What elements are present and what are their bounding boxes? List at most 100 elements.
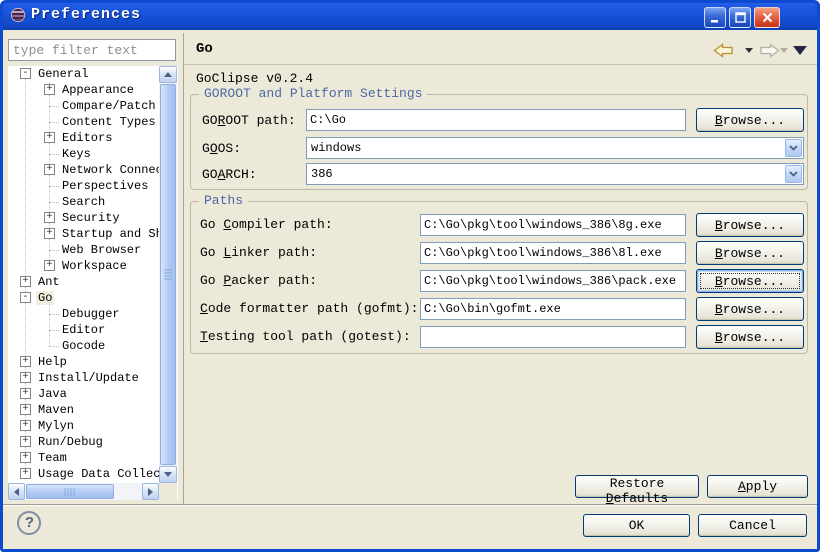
expand-icon[interactable]: + [44,164,55,175]
goarch-value: 386 [311,166,333,182]
minimize-button[interactable] [704,7,726,28]
dropdown-button[interactable] [785,165,802,183]
expand-icon[interactable]: + [20,356,31,367]
scroll-up-button[interactable] [159,66,177,83]
tree-item-content-types[interactable]: Content Types [8,114,159,130]
maximize-button[interactable] [729,7,751,28]
tree-connector [49,106,59,107]
browse-linker-button[interactable]: Browse... [696,241,804,265]
tree-item-web-browser[interactable]: Web Browser [8,242,159,258]
tree-item-go[interactable]: -Go [8,290,159,306]
titlebar[interactable]: Preferences [0,0,820,30]
browse-formatter-button[interactable]: Browse... [696,297,804,321]
goos-select[interactable]: windows [306,137,804,159]
browse-packer-button[interactable]: Browse... [696,269,804,293]
expand-icon[interactable]: + [20,420,31,431]
tree-item-general[interactable]: -General [8,66,159,82]
tree-horizontal-scrollbar[interactable] [8,483,159,500]
tree-item-debugger[interactable]: Debugger [8,306,159,322]
go-compiler-path-input[interactable] [420,214,686,236]
tree-item-install-update[interactable]: +Install/Update [8,370,159,386]
tree-item-search[interactable]: Search [8,194,159,210]
expand-icon[interactable]: + [20,388,31,399]
tree-item-startup-and-shu[interactable]: + Startup and Shu [8,226,159,242]
tree-item-appearance[interactable]: +Appearance [8,82,159,98]
tree-item-security[interactable]: +Security [8,210,159,226]
go-packer-path-input[interactable] [420,270,686,292]
restore-defaults-button[interactable]: Restore Defaults [575,475,699,498]
scroll-down-button[interactable] [159,466,177,483]
tree-connector [49,154,59,155]
header-divider [184,64,817,65]
tree-item-perspectives[interactable]: Perspectives [8,178,159,194]
expand-icon[interactable]: + [20,276,31,287]
tree-item-label: Content Types [60,115,158,129]
close-button[interactable] [754,7,780,28]
tree-item-gocode[interactable]: Gocode [8,338,159,354]
browse-testing-button[interactable]: Browse... [696,325,804,349]
expand-icon[interactable]: + [20,468,31,479]
tree-connector [49,314,59,315]
tree-item-network-connect[interactable]: +Network Connect [8,162,159,178]
browse-goroot-button[interactable]: Browse... [696,108,804,132]
tree-item-workspace[interactable]: +Workspace [8,258,159,274]
code-formatter-path-input[interactable] [420,298,686,320]
expand-icon[interactable]: + [44,212,55,223]
scroll-grip [164,269,172,280]
goroot-path-input[interactable] [306,109,686,131]
expand-icon[interactable]: + [20,452,31,463]
help-button[interactable]: ? [17,511,41,535]
expand-icon[interactable]: + [44,228,55,239]
tree-item-keys[interactable]: Keys [8,146,159,162]
tree-item-java[interactable]: +Java [8,386,159,402]
tree-item-team[interactable]: +Team [8,450,159,466]
tree-item-usage-data-collect[interactable]: +Usage Data Collect [8,466,159,482]
tree-vertical-scrollbar[interactable] [159,66,177,483]
view-menu-icon[interactable] [793,46,807,55]
collapse-icon[interactable]: - [20,68,31,79]
cancel-button[interactable]: Cancel [698,514,807,537]
filter-input[interactable] [8,39,176,61]
forward-icon[interactable] [759,43,780,58]
tree-item-mylyn[interactable]: +Mylyn [8,418,159,434]
expand-icon[interactable]: + [44,132,55,143]
tree-item-run-debug[interactable]: +Run/Debug [8,434,159,450]
tree-item-editor[interactable]: Editor [8,322,159,338]
goos-label: GOOS: [202,141,241,156]
testing-tool-path-input[interactable] [420,326,686,348]
vertical-scroll-thumb[interactable] [160,84,176,465]
browse-compiler-button[interactable]: Browse... [696,213,804,237]
dropdown-button[interactable] [785,139,802,157]
scrollbar-corner [159,483,177,500]
tree-item-compare-patch[interactable]: Compare/Patch [8,98,159,114]
code-formatter-path-label: Code formatter path (gofmt): [200,301,418,316]
forward-menu-icon[interactable] [780,48,788,53]
tree-item-help[interactable]: +Help [8,354,159,370]
question-mark-icon: ? [25,515,34,532]
horizontal-scroll-thumb[interactable] [26,484,114,499]
apply-button[interactable]: Apply [707,475,808,498]
goarch-select[interactable]: 386 [306,163,804,185]
tree-item-ant[interactable]: + Ant [8,274,159,290]
ok-button[interactable]: OK [583,514,690,537]
tree-item-label: Ant [36,275,62,289]
tree-item-label: Startup and Shu [60,227,159,241]
go-linker-path-input[interactable] [420,242,686,264]
expand-icon[interactable]: + [20,436,31,447]
tree-item-maven[interactable]: +Maven [8,402,159,418]
tree-item-editors[interactable]: +Editors [8,130,159,146]
tree-item-label: Keys [60,147,93,161]
scroll-right-button[interactable] [142,483,159,500]
expand-icon[interactable]: + [20,404,31,415]
panel-divider [183,33,184,504]
expand-icon[interactable]: + [44,84,55,95]
scroll-left-icon [14,488,19,496]
back-menu-icon[interactable] [745,48,753,53]
back-icon[interactable] [713,43,734,58]
tree-connector [49,122,59,123]
expand-icon[interactable]: + [44,260,55,271]
preferences-tree[interactable]: -General+AppearanceCompare/PatchContent … [8,66,159,483]
expand-icon[interactable]: + [20,372,31,383]
scroll-left-button[interactable] [8,483,25,500]
collapse-icon[interactable]: - [20,292,31,303]
